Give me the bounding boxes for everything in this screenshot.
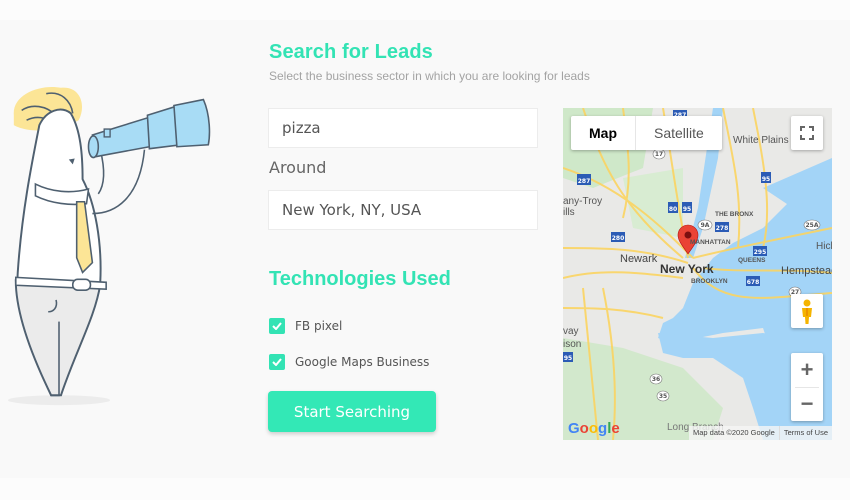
zoom-control: + − <box>791 353 823 421</box>
map-label-bronx: THE BRONX <box>715 211 754 218</box>
svg-text:9A: 9A <box>701 222 710 229</box>
map-label-way: vay <box>563 326 579 337</box>
location-input[interactable]: New York, NY, USA <box>268 190 538 230</box>
map-label-hick: Hick <box>816 241 832 252</box>
street-view-pegman-button[interactable] <box>791 294 823 328</box>
svg-text:36: 36 <box>652 376 660 383</box>
fb-pixel-label: FB pixel <box>295 319 343 333</box>
start-searching-button[interactable]: Start Searching <box>268 391 436 432</box>
svg-text:95: 95 <box>564 355 572 362</box>
terms-of-use-link[interactable]: Terms of Use <box>778 426 832 440</box>
svg-text:80: 80 <box>669 206 677 213</box>
map-label-white-plains: White Plains <box>733 135 789 146</box>
svg-text:287: 287 <box>578 178 591 185</box>
map-label-manhattan: MANHATTAN <box>690 239 731 246</box>
map-label-hempstead: Hempstead <box>781 265 832 277</box>
pegman-icon <box>802 299 812 324</box>
svg-text:95: 95 <box>683 206 691 213</box>
checkmark-icon <box>272 322 282 330</box>
map-label-new-york: New York <box>660 262 714 276</box>
checkmark-icon <box>272 358 282 366</box>
svg-text:95: 95 <box>762 176 770 183</box>
map-label-ison: ison <box>563 339 582 350</box>
map-attribution: Map data ©2020 Google Terms of Use <box>688 426 832 440</box>
svg-text:295: 295 <box>754 249 767 256</box>
map-type-map-button[interactable]: Map <box>571 116 636 150</box>
technologies-title: Technologies Used <box>269 268 451 290</box>
map-label-brooklyn: BROOKLYN <box>691 278 728 285</box>
map-label-newark: Newark <box>620 253 658 265</box>
map-type-control: Map Satellite <box>571 116 722 150</box>
svg-text:278: 278 <box>716 225 729 232</box>
map-label-troy: any-Troy <box>563 196 603 207</box>
zoom-divider <box>795 387 819 388</box>
svg-text:35: 35 <box>659 393 667 400</box>
map-label-hills: ills <box>563 207 575 218</box>
google-maps-business-option[interactable]: Google Maps Business <box>269 354 429 370</box>
svg-text:25A: 25A <box>806 222 819 229</box>
illustration-man-with-telescope-icon <box>7 86 211 406</box>
svg-text:280: 280 <box>612 235 625 242</box>
zoom-out-button[interactable]: − <box>791 387 823 421</box>
svg-text:17: 17 <box>655 151 663 158</box>
map-label-queens: QUEENS <box>738 257 766 264</box>
business-sector-input[interactable]: pizza <box>268 108 538 148</box>
map-widget[interactable]: 287 287 80 95 95 280 278 295 678 95 17 9… <box>563 108 832 440</box>
zoom-in-button[interactable]: + <box>791 353 823 387</box>
google-logo[interactable]: Google <box>568 420 620 437</box>
google-maps-business-checkbox[interactable] <box>269 354 285 370</box>
fb-pixel-option[interactable]: FB pixel <box>269 318 342 334</box>
fullscreen-icon <box>800 126 814 140</box>
page-title: Search for Leads <box>269 41 433 63</box>
map-type-satellite-button[interactable]: Satellite <box>636 116 722 150</box>
svg-text:678: 678 <box>747 279 760 286</box>
map-data-attribution: Map data ©2020 Google <box>688 426 779 440</box>
fullscreen-button[interactable] <box>791 116 823 150</box>
around-label: Around <box>269 158 327 177</box>
page-subtitle: Select the business sector in which you … <box>269 69 590 83</box>
google-maps-business-label: Google Maps Business <box>295 355 430 369</box>
fb-pixel-checkbox[interactable] <box>269 318 285 334</box>
